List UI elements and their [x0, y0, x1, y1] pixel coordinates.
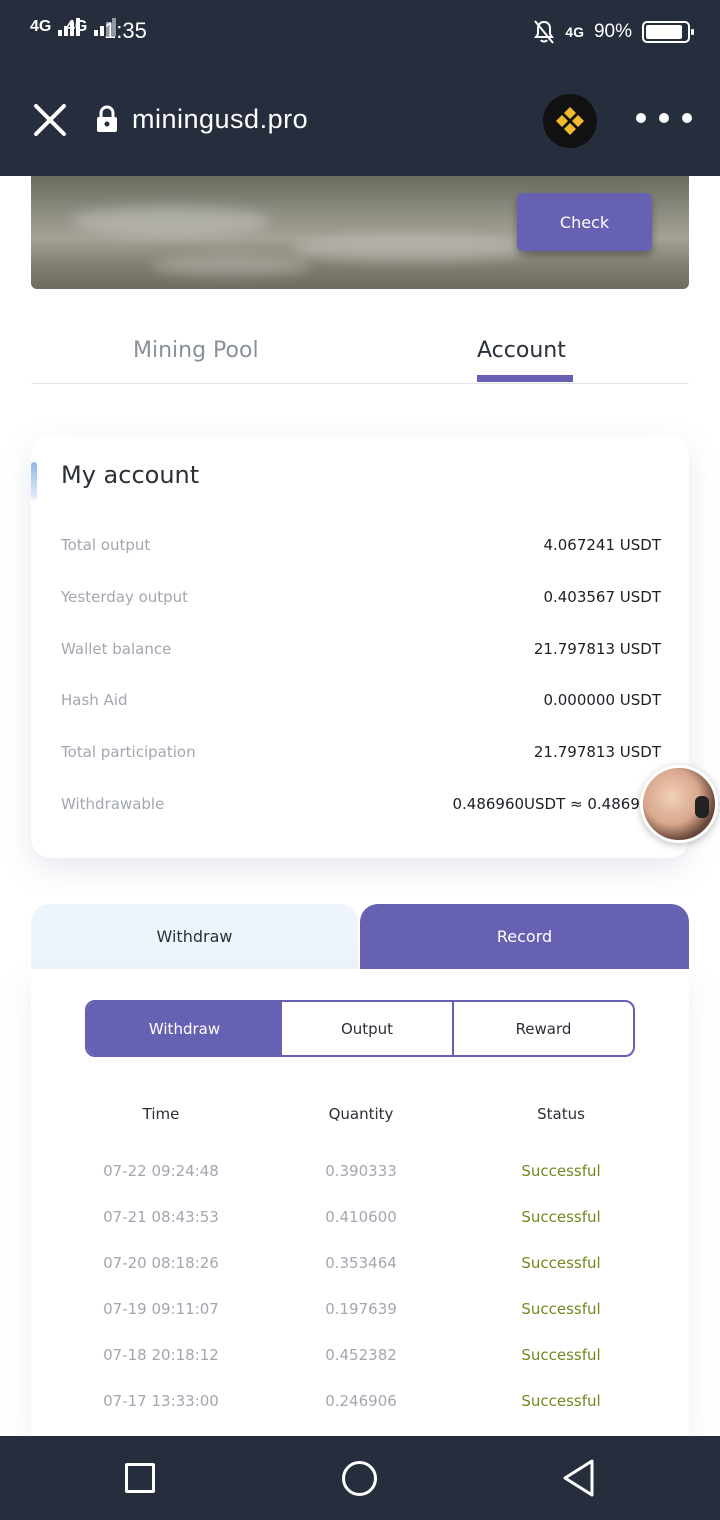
check-button[interactable]: Check [517, 193, 652, 251]
account-row-yesterday-output: Yesterday output 0.403567 USDT [61, 588, 661, 618]
cell-time: 07-18 20:18:12 [103, 1346, 219, 1364]
bnb-logo-icon[interactable] [543, 94, 597, 148]
lock-icon [97, 105, 117, 132]
browser-bar: miningusd.pro [0, 64, 720, 176]
cell-time: 07-21 08:43:53 [103, 1208, 219, 1226]
cell-status: Successful [521, 1392, 601, 1410]
cell-status: Successful [521, 1300, 601, 1318]
recent-apps-icon[interactable] [125, 1463, 155, 1493]
cell-status: Successful [521, 1208, 601, 1226]
cell-quantity: 0.410600 [325, 1208, 397, 1226]
row-value: 21.797813 USDT [533, 743, 661, 761]
table-row: 07-19 09:11:07 0.197639 Successful [61, 1300, 661, 1324]
account-row-hash-aid: Hash Aid 0.000000 USDT [61, 691, 661, 721]
close-icon[interactable] [30, 100, 70, 140]
back-icon[interactable] [560, 1458, 596, 1498]
cell-status: Successful [521, 1162, 601, 1180]
cell-time: 07-17 13:33:00 [103, 1392, 219, 1410]
cell-time: 07-19 09:11:07 [103, 1300, 219, 1318]
table-row: 07-21 08:43:53 0.410600 Successful [61, 1208, 661, 1232]
segment-withdraw[interactable]: Withdraw [87, 1002, 282, 1055]
cell-quantity: 0.390333 [325, 1162, 397, 1180]
record-segment-control: Withdraw Output Reward [85, 1000, 635, 1057]
table-row: 07-18 20:18:12 0.452382 Successful [61, 1346, 661, 1370]
column-header-quantity: Quantity [328, 1105, 394, 1123]
row-label: Total participation [61, 743, 196, 761]
top-bar: 4G 4G 1:35 4G 90% miningusd.pro [0, 0, 720, 176]
row-label: Yesterday output [61, 588, 189, 606]
account-row-total-participation: Total participation 21.797813 USDT [61, 743, 661, 773]
main-tabs: Mining Pool Account [31, 320, 689, 384]
network-type: 4G [565, 24, 584, 40]
system-nav-bar [0, 1436, 720, 1520]
segment-reward[interactable]: Reward [454, 1002, 633, 1055]
cell-quantity: 0.452382 [325, 1346, 397, 1364]
cell-time: 07-22 09:24:48 [103, 1162, 219, 1180]
tab-record[interactable]: Record [360, 904, 689, 969]
row-label: Hash Aid [61, 691, 128, 709]
segment-output[interactable]: Output [282, 1002, 454, 1055]
cell-status: Successful [521, 1346, 601, 1364]
row-value: 0.403567 USDT [543, 588, 661, 606]
url-text[interactable]: miningusd.pro [132, 104, 308, 135]
active-tab-indicator [477, 375, 573, 382]
headset-icon [695, 796, 709, 818]
tab-account[interactable]: Account [477, 338, 566, 363]
more-dots-icon[interactable] [636, 110, 692, 126]
cell-quantity: 0.353464 [325, 1254, 397, 1272]
row-value: 4.067241 USDT [543, 536, 661, 554]
customer-service-avatar[interactable] [640, 765, 718, 843]
battery-icon [642, 21, 694, 43]
row-label: Wallet balance [61, 640, 172, 658]
home-icon[interactable] [342, 1461, 377, 1496]
account-row-total-output: Total output 4.067241 USDT [61, 536, 661, 566]
battery-fill [646, 25, 682, 39]
cell-quantity: 0.197639 [325, 1300, 397, 1318]
status-bar: 4G 4G 1:35 4G 90% [0, 0, 720, 64]
record-panel: Withdraw Output Reward Time Quantity Sta… [31, 969, 689, 1439]
cell-time: 07-20 08:18:26 [103, 1254, 219, 1272]
account-card: My account Total output 4.067241 USDT Ye… [31, 436, 691, 858]
tab-withdraw[interactable]: Withdraw [31, 904, 358, 969]
row-label: Withdrawable [61, 795, 165, 813]
row-label: Total output [61, 536, 151, 554]
section-tabs: Withdraw Record [31, 904, 689, 969]
status-right: 4G 90% [533, 18, 694, 46]
card-accent-bar [31, 462, 37, 500]
table-row: 07-20 08:18:26 0.353464 Successful [61, 1254, 661, 1278]
status-time: 1:35 [104, 18, 147, 43]
account-row-wallet-balance: Wallet balance 21.797813 USDT [61, 640, 661, 670]
banner: Check [31, 176, 689, 289]
row-value: 0.000000 USDT [543, 691, 661, 709]
cell-quantity: 0.246906 [325, 1392, 397, 1410]
cell-status: Successful [521, 1254, 601, 1272]
bell-muted-icon [534, 20, 555, 44]
table-row: 07-17 13:33:00 0.246906 Successful [61, 1392, 661, 1416]
column-header-time: Time [142, 1105, 180, 1123]
column-header-status: Status [537, 1105, 585, 1123]
table-row: 07-22 09:24:48 0.390333 Successful [61, 1162, 661, 1186]
tab-mining-pool[interactable]: Mining Pool [133, 338, 259, 363]
row-value: 21.797813 USDT [533, 640, 661, 658]
battery-percent: 90% [593, 21, 632, 42]
account-row-withdrawable: Withdrawable 0.486960USDT ≈ 0.486960USD [61, 795, 691, 825]
account-title: My account [61, 461, 200, 489]
